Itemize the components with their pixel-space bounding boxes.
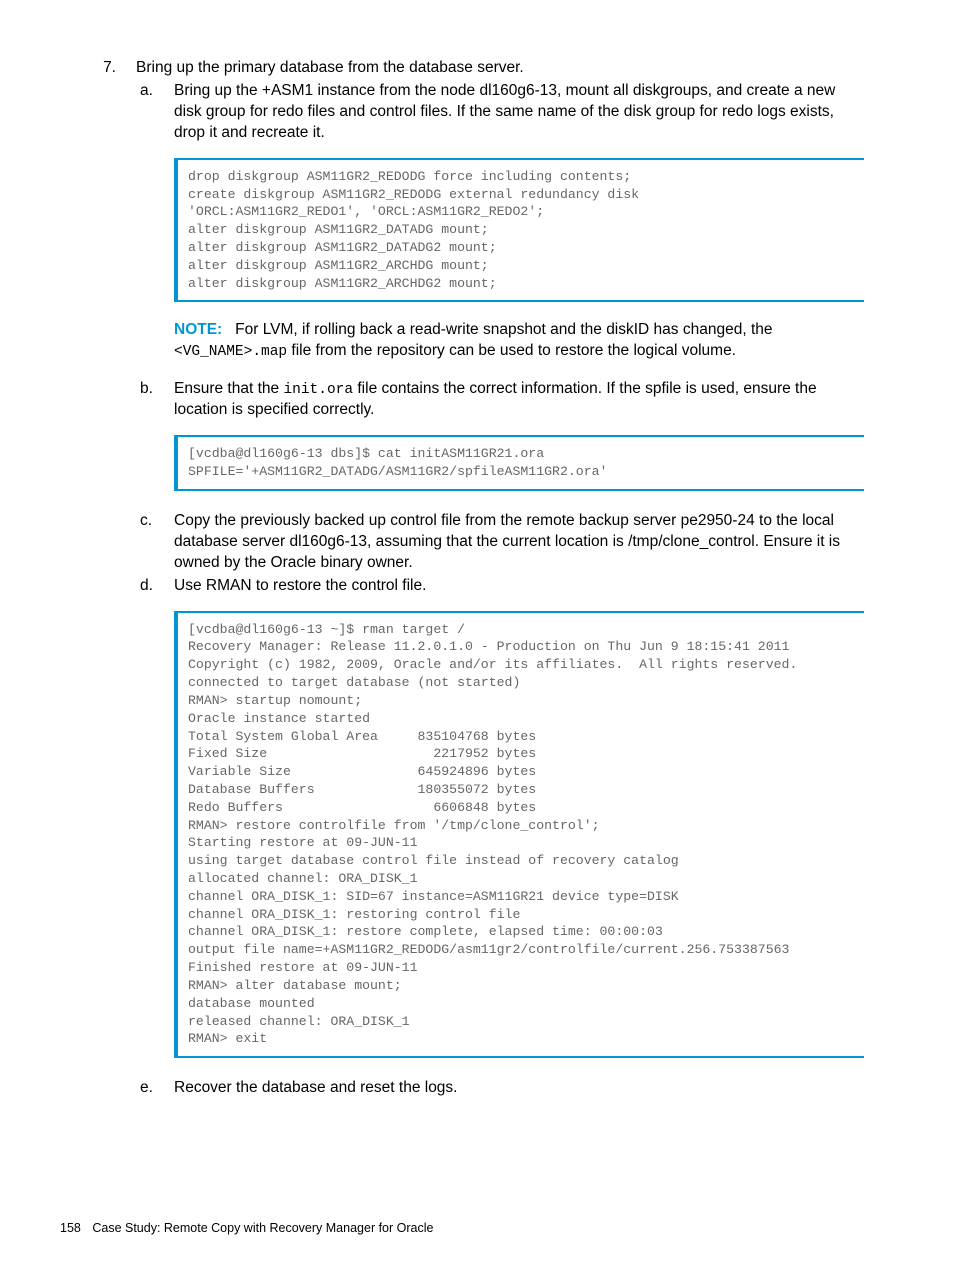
substep-c: c. Copy the previously backed up control… [136,511,864,574]
page-number: 158 [60,1221,81,1235]
note-text-post: file from the repository can be used to … [287,342,736,359]
step-content: Bring up the primary database from the d… [136,58,864,1101]
substep-letter: a. [136,81,174,377]
note-paragraph: NOTE: For LVM, if rolling back a read-wr… [174,320,864,362]
substep-text: Ensure that the init.ora file contains t… [174,379,864,421]
footer-title: Case Study: Remote Copy with Recovery Ma… [92,1221,433,1235]
note-code: <VG_NAME>.map [174,344,287,360]
note-text-pre: For LVM, if rolling back a read-write sn… [235,321,772,338]
substep-text: Use RMAN to restore the control file. [174,576,864,597]
code-block-a: drop diskgroup ASM11GR2_REDODG force inc… [174,158,864,303]
substep-body: Recover the database and reset the logs. [174,1078,864,1099]
inline-code: init.ora [283,382,353,398]
substep-a: a. Bring up the +ASM1 instance from the … [136,81,864,377]
substep-list: a. Bring up the +ASM1 instance from the … [136,81,864,1099]
substep-body: Use RMAN to restore the control file. [v… [174,576,864,1076]
substep-body: Ensure that the init.ora file contains t… [174,379,864,509]
page-footer: 158 Case Study: Remote Copy with Recover… [60,1220,433,1237]
substep-text: Bring up the +ASM1 instance from the nod… [174,81,864,144]
step-number: 7. [96,58,136,1101]
step-text: Bring up the primary database from the d… [136,58,864,79]
step-list: 7. Bring up the primary database from th… [96,58,864,1101]
substep-letter: b. [136,379,174,509]
text-pre: Ensure that the [174,380,283,397]
step-7: 7. Bring up the primary database from th… [96,58,864,1101]
code-block-b: [vcdba@dl160g6-13 dbs]$ cat initASM11GR2… [174,435,864,491]
substep-d: d. Use RMAN to restore the control file.… [136,576,864,1076]
substep-letter: e. [136,1078,174,1099]
substep-letter: d. [136,576,174,1076]
substep-letter: c. [136,511,174,574]
substep-text: Recover the database and reset the logs. [174,1078,864,1099]
substep-body: Bring up the +ASM1 instance from the nod… [174,81,864,377]
substep-e: e. Recover the database and reset the lo… [136,1078,864,1099]
code-block-d: [vcdba@dl160g6-13 ~]$ rman target / Reco… [174,611,864,1059]
substep-b: b. Ensure that the init.ora file contain… [136,379,864,509]
substep-text: Copy the previously backed up control fi… [174,511,864,574]
note-label: NOTE: [174,321,222,338]
substep-body: Copy the previously backed up control fi… [174,511,864,574]
